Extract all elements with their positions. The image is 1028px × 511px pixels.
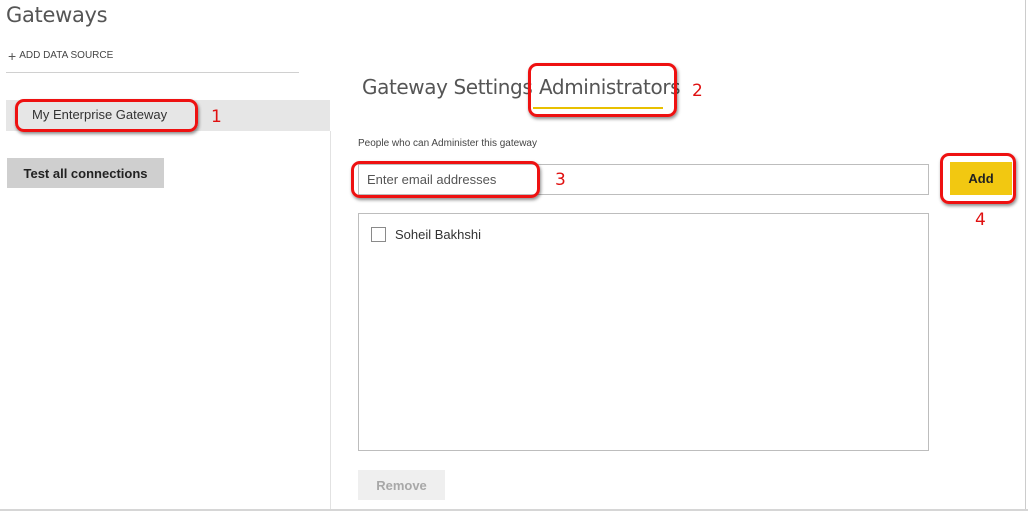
add-data-source-button[interactable]: + ADD DATA SOURCE: [8, 47, 114, 64]
list-item[interactable]: Soheil Bakhshi: [371, 227, 481, 242]
window-edge: [1025, 0, 1026, 511]
callout-number-1: 1: [211, 107, 222, 127]
active-tab-indicator: [533, 107, 663, 109]
remove-button[interactable]: Remove: [358, 470, 445, 500]
tab-administrators[interactable]: Administrators: [539, 75, 681, 99]
administrators-list: Soheil Bakhshi: [358, 213, 929, 451]
panel-separator: [330, 131, 331, 511]
add-data-source-label: ADD DATA SOURCE: [19, 50, 114, 61]
gateway-name: My Enterprise Gateway: [32, 107, 168, 122]
sidebar-divider: [6, 72, 299, 73]
plus-icon: +: [8, 47, 17, 64]
admin-checkbox[interactable]: [371, 227, 386, 242]
page-title: Gateways: [6, 3, 108, 27]
callout-number-3: 3: [555, 170, 566, 190]
gateway-list-item[interactable]: My Enterprise Gateway: [6, 100, 330, 131]
add-button[interactable]: Add: [950, 162, 1012, 195]
email-input[interactable]: [358, 164, 929, 195]
callout-number-2: 2: [692, 81, 703, 101]
admin-name: Soheil Bakhshi: [395, 227, 481, 242]
test-all-connections-button[interactable]: Test all connections: [7, 158, 164, 188]
tab-gateway-settings[interactable]: Gateway Settings: [362, 75, 533, 99]
administrators-field-label: People who can Administer this gateway: [358, 138, 537, 149]
callout-number-4: 4: [975, 210, 986, 230]
